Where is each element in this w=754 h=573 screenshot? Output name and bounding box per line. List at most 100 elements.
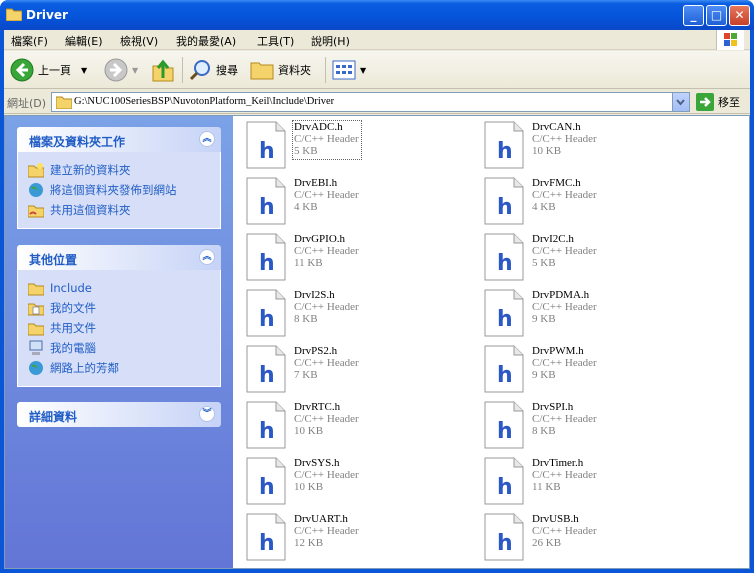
up-folder-button[interactable] xyxy=(152,56,174,84)
file-icon-letter: h xyxy=(497,531,513,556)
file-item[interactable]: h DrvRTC.h C/C++ Header 10 KB xyxy=(246,401,476,453)
file-icon-letter: h xyxy=(497,307,513,332)
toolbar: 上一頁 ▼ ▼ 搜尋 資料夾 ▼ xyxy=(4,51,750,89)
file-item[interactable]: h DrvPWM.h C/C++ Header 9 KB xyxy=(484,345,714,397)
search-button[interactable]: 搜尋 xyxy=(188,56,238,84)
menu-edit[interactable]: 編輯(E) xyxy=(65,33,103,49)
file-name: DrvI2C.h xyxy=(532,233,574,245)
file-size: 12 KB xyxy=(294,537,324,549)
task-share-folder[interactable]: 共用這個資料夾 xyxy=(28,200,220,220)
file-name: DrvEBI.h xyxy=(294,177,338,189)
menu-favorites[interactable]: 我的最愛(A) xyxy=(176,33,236,49)
forward-button[interactable]: ▼ xyxy=(104,56,138,84)
file-tasks-header[interactable]: 檔案及資料夾工作 ︽ xyxy=(17,127,221,152)
forward-dropdown-icon[interactable]: ▼ xyxy=(132,66,138,75)
globe-icon xyxy=(29,183,43,197)
task-publish-folder[interactable]: 將這個資料夾發佈到網站 xyxy=(28,180,220,200)
back-button[interactable]: 上一頁 ▼ xyxy=(10,56,87,84)
file-size: 26 KB xyxy=(532,537,562,549)
file-size: 8 KB xyxy=(532,425,556,437)
file-item[interactable]: h DrvTimer.h C/C++ Header 11 KB xyxy=(484,457,714,509)
views-button[interactable]: ▼ xyxy=(332,56,366,84)
address-dropdown-button[interactable] xyxy=(672,93,689,111)
place-network[interactable]: 網路上的芳鄰 xyxy=(28,358,220,378)
header-file-icon: h xyxy=(246,233,286,281)
header-file-icon: h xyxy=(246,289,286,337)
file-item[interactable]: h DrvCAN.h C/C++ Header 10 KB xyxy=(484,121,714,173)
file-name: DrvFMC.h xyxy=(532,177,581,189)
file-icon-letter: h xyxy=(497,363,513,388)
back-dropdown-icon[interactable]: ▼ xyxy=(81,66,87,75)
task-new-folder[interactable]: 建立新的資料夾 xyxy=(28,160,220,180)
file-item[interactable]: h DrvPS2.h C/C++ Header 7 KB xyxy=(246,345,476,397)
file-icon-letter: h xyxy=(497,475,513,500)
file-item[interactable]: h DrvADC.h C/C++ Header 5 KB xyxy=(246,120,476,173)
file-size: 8 KB xyxy=(294,313,318,325)
file-type: C/C++ Header xyxy=(294,301,359,313)
menu-bar: 檔案(F) 編輯(E) 檢視(V) 我的最愛(A) 工具(T) 說明(H) xyxy=(4,30,750,50)
file-tasks-title: 檔案及資料夾工作 xyxy=(29,135,126,149)
file-item[interactable]: h DrvUSB.h C/C++ Header 26 KB xyxy=(484,513,714,565)
toolbar-separator xyxy=(325,57,326,83)
folder-icon xyxy=(28,323,44,336)
place-label: 我的文件 xyxy=(50,301,96,315)
header-file-icon: h xyxy=(246,177,286,225)
file-item[interactable]: h DrvSYS.h C/C++ Header 10 KB xyxy=(246,457,476,509)
maximize-button[interactable]: □ xyxy=(706,5,727,26)
file-name: DrvPDMA.h xyxy=(532,289,590,301)
file-item[interactable]: h DrvEBI.h C/C++ Header 4 KB xyxy=(246,177,476,229)
header-file-icon: h xyxy=(246,121,286,169)
explorer-window: Driver _ □ ✕ 檔案(F) 編輯(E) 檢視(V) 我的最愛(A) 工… xyxy=(0,0,754,573)
file-type: C/C++ Header xyxy=(294,357,359,369)
collapse-icon[interactable]: ︽ xyxy=(199,131,215,147)
place-shared-documents[interactable]: 共用文件 xyxy=(28,318,220,338)
menu-tools[interactable]: 工具(T) xyxy=(257,33,294,49)
file-name: DrvPWM.h xyxy=(532,345,584,357)
file-item[interactable]: h DrvGPIO.h C/C++ Header 11 KB xyxy=(246,233,476,285)
file-item[interactable]: h DrvPDMA.h C/C++ Header 9 KB xyxy=(484,289,714,341)
file-type: C/C++ Header xyxy=(294,245,359,257)
file-item[interactable]: h DrvUART.h C/C++ Header 12 KB xyxy=(246,513,476,565)
address-input[interactable]: G:\NUC100SeriesBSP\NuvotonPlatform_Keil\… xyxy=(51,92,690,112)
documents-folder-icon xyxy=(28,303,44,316)
folder-icon xyxy=(6,8,22,21)
menu-help[interactable]: 說明(H) xyxy=(311,33,350,49)
window-title: Driver xyxy=(26,8,68,22)
file-item[interactable]: h DrvI2S.h C/C++ Header 8 KB xyxy=(246,289,476,341)
file-item[interactable]: h DrvFMC.h C/C++ Header 4 KB xyxy=(484,177,714,229)
menu-view[interactable]: 檢視(V) xyxy=(120,33,158,49)
place-include[interactable]: Include xyxy=(28,278,220,298)
minimize-button[interactable]: _ xyxy=(683,5,704,26)
file-size: 10 KB xyxy=(294,425,324,437)
place-label: 我的電腦 xyxy=(50,341,96,355)
file-size: 10 KB xyxy=(294,481,324,493)
up-folder-icon xyxy=(152,59,174,82)
file-icon-letter: h xyxy=(497,195,513,220)
header-file-icon: h xyxy=(484,233,524,281)
file-icon-letter: h xyxy=(259,307,275,332)
folders-button[interactable]: 資料夾 xyxy=(250,56,311,84)
file-name: DrvPS2.h xyxy=(294,345,338,357)
views-dropdown-icon[interactable]: ▼ xyxy=(360,66,366,75)
file-item[interactable]: h DrvSPI.h C/C++ Header 8 KB xyxy=(484,401,714,453)
menu-file[interactable]: 檔案(F) xyxy=(11,33,48,49)
file-type: C/C++ Header xyxy=(294,525,359,537)
file-name: DrvSYS.h xyxy=(294,457,340,469)
file-size: 4 KB xyxy=(294,201,318,213)
go-button[interactable]: 移至 xyxy=(696,93,740,111)
file-type: C/C++ Header xyxy=(532,469,597,481)
collapse-icon[interactable]: ︽ xyxy=(199,249,215,265)
title-bar[interactable]: Driver _ □ ✕ xyxy=(0,0,754,30)
place-my-computer[interactable]: 我的電腦 xyxy=(28,338,220,358)
file-icon-letter: h xyxy=(259,419,275,444)
expand-icon[interactable]: ︾ xyxy=(199,406,215,422)
place-my-documents[interactable]: 我的文件 xyxy=(28,298,220,318)
details-header[interactable]: 詳細資料 ︾ xyxy=(17,402,221,427)
close-button[interactable]: ✕ xyxy=(729,5,750,26)
file-tasks-panel: 檔案及資料夾工作 ︽ 建立新的資料夾 將這個資料夾發佈到網站 共用這個資料夾 xyxy=(17,127,221,229)
other-places-header[interactable]: 其他位置 ︽ xyxy=(17,245,221,270)
file-size: 7 KB xyxy=(294,369,318,381)
file-item[interactable]: h DrvI2C.h C/C++ Header 5 KB xyxy=(484,233,714,285)
header-file-icon: h xyxy=(484,513,524,561)
task-label: 共用這個資料夾 xyxy=(50,203,131,217)
